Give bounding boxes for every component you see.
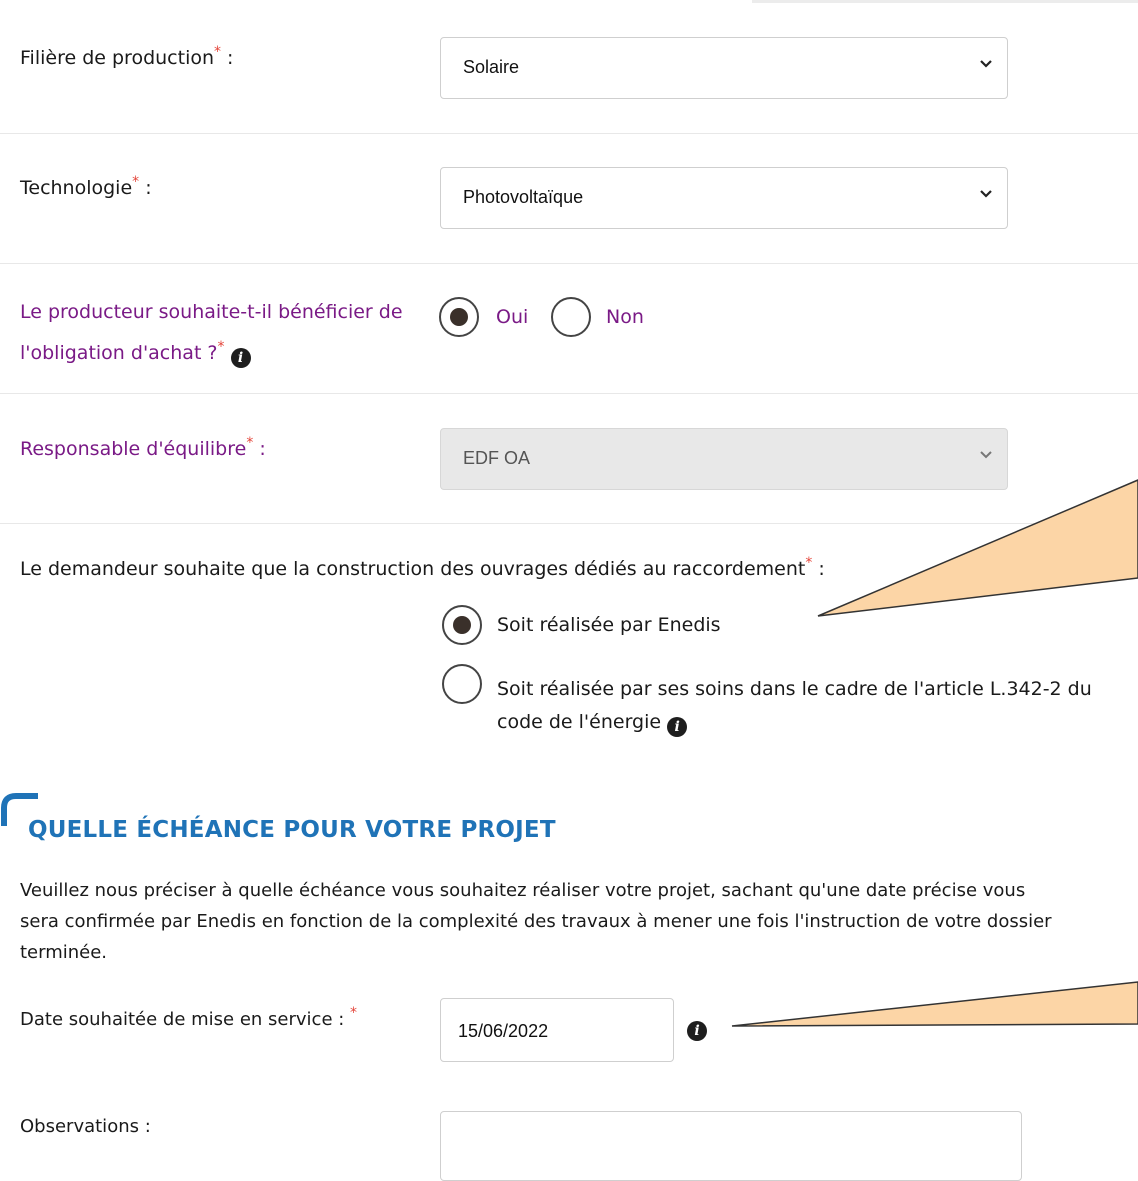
- callout-pointer: [731, 479, 1138, 1027]
